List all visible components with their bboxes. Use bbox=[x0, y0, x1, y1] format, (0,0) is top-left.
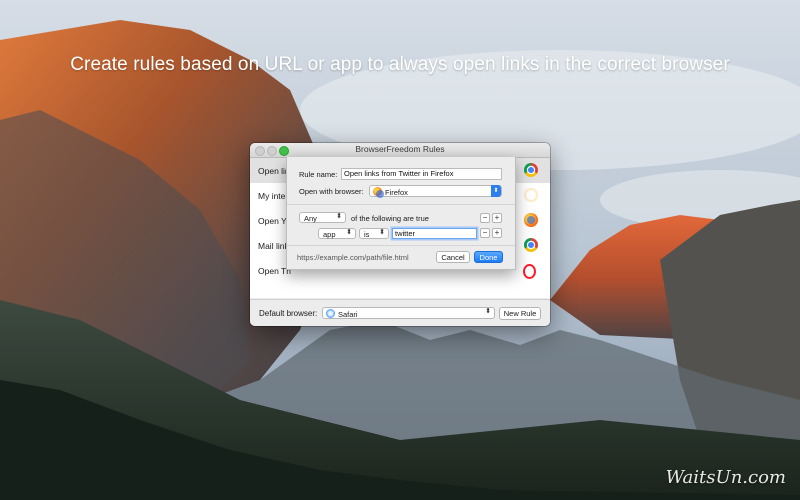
condition-operator-select[interactable]: is ⬍ bbox=[359, 228, 389, 239]
updown-chevron-icon: ⬍ bbox=[379, 229, 385, 236]
title-bar[interactable]: BrowserFreedom Rules bbox=[250, 143, 550, 158]
remove-condition-button[interactable]: − bbox=[480, 228, 490, 238]
open-with-label: Open with browser: bbox=[299, 187, 364, 196]
add-condition-button[interactable]: + bbox=[492, 213, 502, 223]
new-rule-button[interactable]: New Rule bbox=[499, 307, 541, 320]
default-browser-value: Safari bbox=[338, 309, 358, 319]
default-browser-select[interactable]: Safari ⬍ bbox=[322, 307, 495, 319]
updown-chevron-icon: ⬍ bbox=[346, 229, 352, 236]
opera-icon bbox=[523, 264, 536, 279]
safari-icon bbox=[326, 309, 335, 318]
match-mode-select[interactable]: Any ⬍ bbox=[299, 212, 346, 223]
condition-field-value: app bbox=[323, 230, 336, 239]
window-title: BrowserFreedom Rules bbox=[355, 144, 445, 154]
rule-name-label: Rule name: bbox=[299, 170, 338, 179]
rule-label: Open lin bbox=[258, 166, 290, 176]
headline: Create rules based on URL or app to alwa… bbox=[70, 54, 730, 75]
browser-select[interactable]: Firefox ⬍ bbox=[369, 185, 502, 198]
browser-value: Firefox bbox=[385, 187, 408, 197]
watermark: WaitsUn.com bbox=[665, 467, 786, 488]
chrome-icon bbox=[524, 163, 538, 177]
rule-label: My inter bbox=[258, 191, 289, 201]
match-mode-value: Any bbox=[304, 214, 317, 223]
updown-chevron-icon: ⬍ bbox=[491, 185, 501, 197]
divider bbox=[287, 204, 515, 205]
chrome-icon bbox=[524, 238, 538, 252]
condition-operator-value: is bbox=[364, 230, 370, 239]
firefox-icon bbox=[373, 187, 384, 198]
rule-name-field[interactable]: Open links from Twitter in Firefox bbox=[341, 168, 502, 180]
done-button[interactable]: Done bbox=[474, 251, 503, 263]
updown-chevron-icon: ⬍ bbox=[485, 308, 491, 315]
add-condition-button[interactable]: + bbox=[492, 228, 502, 238]
divider bbox=[287, 245, 515, 246]
condition-field-select[interactable]: app ⬍ bbox=[318, 228, 356, 239]
match-suffix-label: of the following are true bbox=[351, 214, 429, 223]
default-browser-label: Default browser: bbox=[259, 309, 318, 318]
edit-rule-sheet: Rule name: Open links from Twitter in Fi… bbox=[286, 157, 516, 270]
cancel-button[interactable]: Cancel bbox=[436, 251, 470, 263]
condition-value-field[interactable]: twitter bbox=[392, 228, 477, 239]
bottom-bar: Default browser: Safari ⬍ New Rule bbox=[250, 299, 550, 326]
remove-condition-button[interactable]: − bbox=[480, 213, 490, 223]
rule-label: Mail link bbox=[258, 241, 289, 251]
firefox-icon bbox=[524, 213, 538, 227]
updown-chevron-icon: ⬍ bbox=[336, 213, 342, 220]
safari-icon bbox=[524, 188, 538, 202]
url-hint: https://example.com/path/file.html bbox=[297, 253, 409, 262]
